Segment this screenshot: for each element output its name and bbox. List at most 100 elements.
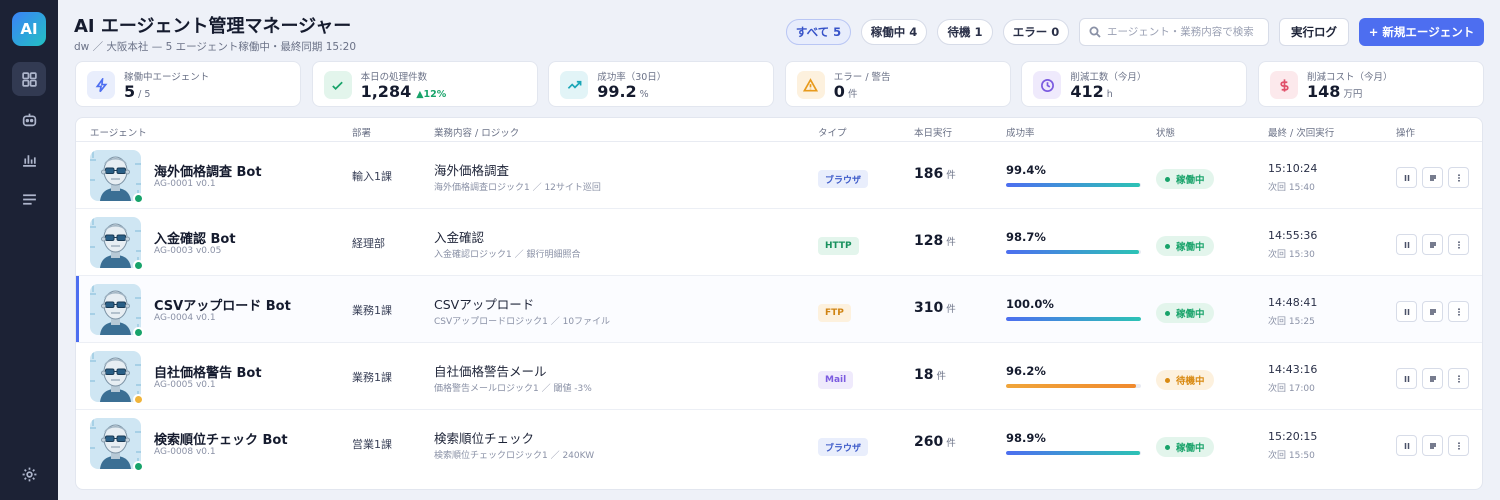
kpi-unit: % xyxy=(639,89,649,100)
table-row[interactable]: 海外価格調査 Bot AG-0001 v0.1 輸入1課 海外価格調査 海外価格… xyxy=(76,142,1482,209)
col-actions: 操作 xyxy=(1396,128,1416,139)
agent-name[interactable]: 検索順位チェック Bot xyxy=(154,429,288,448)
nav-reports[interactable] xyxy=(12,142,46,176)
filter-running[interactable]: 稼働中 4 xyxy=(861,19,927,45)
col-state: 状態 xyxy=(1156,128,1176,139)
status-badge: 稼働中 xyxy=(1156,236,1214,256)
col-runs: 本日実行 xyxy=(914,128,953,139)
table-row[interactable]: 検索順位チェック Bot AG-0008 v0.1 営業1課 検索順位チェック … xyxy=(76,410,1482,477)
kpi-card: エラー / 警告 0 件 xyxy=(784,61,1011,107)
table-row[interactable]: 自社価格警告 Bot AG-0005 v0.1 業務1課 自社価格警告メール 価… xyxy=(76,343,1482,410)
gear-icon xyxy=(22,467,36,481)
kpi-unit: h xyxy=(1106,89,1113,100)
more-button[interactable] xyxy=(1448,234,1469,255)
status-dot xyxy=(133,193,144,204)
nav-dashboard[interactable] xyxy=(12,62,46,96)
kpi-label: 削減コスト（今月） xyxy=(1307,72,1393,83)
task-title: CSVアップロード xyxy=(434,297,535,312)
robot-avatar-icon xyxy=(90,351,141,402)
status-dot xyxy=(133,394,144,405)
kpi-label: 成功率（30日） xyxy=(597,72,667,83)
agent-avatar xyxy=(90,284,141,335)
last-run-time: 14:55:36 xyxy=(1268,229,1318,242)
status-dot xyxy=(133,327,144,338)
details-button[interactable] xyxy=(1422,435,1443,456)
filter-error[interactable]: エラー 0 xyxy=(1003,19,1069,45)
lightning-icon xyxy=(95,77,107,92)
agent-dept: 経理部 xyxy=(352,237,385,250)
status-dot xyxy=(133,260,144,271)
pause-icon xyxy=(1404,442,1409,449)
agent-avatar xyxy=(90,351,141,402)
runs-unit: 件 xyxy=(946,170,956,181)
success-rate-fill xyxy=(1006,250,1140,254)
search-input[interactable] xyxy=(1107,26,1267,38)
dashboard-grid-icon xyxy=(21,71,37,87)
agent-name[interactable]: 自社価格警告 Bot xyxy=(154,362,262,381)
nav-logs[interactable] xyxy=(12,182,46,216)
col-task: 業務内容 / ロジック xyxy=(434,128,520,139)
agent-avatar xyxy=(90,418,141,469)
runs-count: 260 xyxy=(914,434,944,450)
list-icon xyxy=(1429,375,1436,382)
kpi-value: 0 件 xyxy=(834,82,858,101)
kpi-number: 1,284 xyxy=(360,82,412,101)
more-vertical-icon xyxy=(1457,374,1460,383)
agent-name[interactable]: CSVアップロード Bot xyxy=(154,295,291,314)
pause-button[interactable] xyxy=(1396,435,1417,456)
kpi-icon-badge xyxy=(323,71,352,99)
status-badge-label: 稼働中 xyxy=(1176,443,1205,454)
more-button[interactable] xyxy=(1448,435,1469,456)
clock-icon xyxy=(1040,78,1054,92)
details-button[interactable] xyxy=(1422,167,1443,188)
pause-button[interactable] xyxy=(1396,301,1417,322)
pause-button[interactable] xyxy=(1396,368,1417,389)
more-button[interactable] xyxy=(1448,368,1469,389)
status-badge-dot xyxy=(1165,243,1170,249)
more-vertical-icon xyxy=(1457,240,1460,249)
success-rate-bar xyxy=(1006,317,1141,321)
kpi-unit: / 5 xyxy=(138,89,151,100)
agent-name[interactable]: 入金確認 Bot xyxy=(154,228,236,247)
details-button[interactable] xyxy=(1422,301,1443,322)
filter-idle[interactable]: 待機 1 xyxy=(937,19,993,45)
more-button[interactable] xyxy=(1448,167,1469,188)
pause-button[interactable] xyxy=(1396,234,1417,255)
status-badge-label: 稼働中 xyxy=(1176,175,1205,186)
pause-button[interactable] xyxy=(1396,167,1417,188)
agent-dept: 業務1課 xyxy=(352,371,392,384)
page-title: AI エージェント管理マネージャー xyxy=(74,16,352,37)
kpi-label: 削減工数（今月） xyxy=(1070,72,1147,83)
details-button[interactable] xyxy=(1422,234,1443,255)
status-badge: 稼働中 xyxy=(1156,437,1214,457)
nav-agents[interactable] xyxy=(12,102,46,136)
agent-name[interactable]: 海外価格調査 Bot xyxy=(154,161,262,180)
kpi-unit: 件 xyxy=(847,89,858,100)
runs-today: 18 件 xyxy=(914,367,946,383)
filter-all[interactable]: すべて 5 xyxy=(786,19,851,45)
more-button[interactable] xyxy=(1448,301,1469,322)
details-button[interactable] xyxy=(1422,368,1443,389)
last-run-time: 14:48:41 xyxy=(1268,296,1318,309)
runs-today: 310 件 xyxy=(914,300,956,316)
type-badge: FTP xyxy=(818,304,851,322)
task-logic: 入金確認ロジック1 ／ 銀行明細照合 xyxy=(434,250,581,260)
table-row[interactable]: 入金確認 Bot AG-0003 v0.05 経理部 入金確認 入金確認ロジック… xyxy=(76,209,1482,276)
runs-today: 186 件 xyxy=(914,166,956,182)
kpi-number: 148 xyxy=(1307,82,1341,101)
nav-settings[interactable] xyxy=(12,457,46,491)
execution-log-button[interactable]: 実行ログ xyxy=(1279,18,1349,46)
list-icon xyxy=(1429,442,1436,449)
dollar-icon xyxy=(1279,78,1289,92)
table-row[interactable]: CSVアップロード Bot AG-0004 v0.1 業務1課 CSVアップロー… xyxy=(76,276,1482,343)
kpi-card: 本日の処理件数 1,284 ▲12% xyxy=(311,61,538,107)
kpi-icon-badge xyxy=(1033,71,1062,99)
warning-icon xyxy=(803,77,819,91)
runs-unit: 件 xyxy=(946,438,956,449)
success-rate: 100.0% xyxy=(1006,297,1054,311)
pause-icon xyxy=(1404,308,1409,315)
col-rate: 成功率 xyxy=(1006,128,1035,139)
new-agent-button[interactable]: + 新規エージェント xyxy=(1359,18,1484,46)
pause-icon xyxy=(1404,375,1409,382)
runs-unit: 件 xyxy=(946,237,956,248)
